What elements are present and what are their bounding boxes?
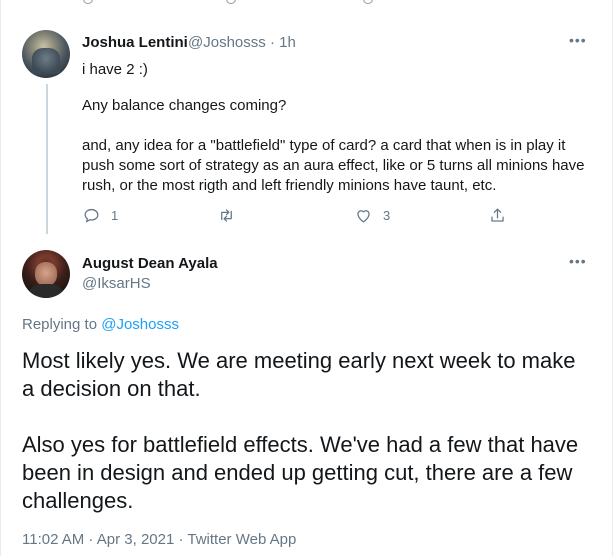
reply-button[interactable]: 1 — [82, 206, 118, 225]
author-handle[interactable]: @Joshosss — [188, 34, 266, 51]
timestamp[interactable]: · 1h — [270, 34, 296, 51]
replying-prefix: Replying to — [22, 316, 98, 333]
replying-to: Replying to @Joshosss — [22, 316, 179, 333]
partial-icon — [363, 0, 373, 4]
tweet-text-paragraph: Also yes for battlefield effects. We've … — [22, 432, 579, 513]
like-count: 3 — [383, 208, 391, 223]
avatar[interactable] — [22, 30, 70, 78]
author-name[interactable]: Joshua Lentini — [82, 34, 188, 51]
thread-connector-line — [46, 84, 48, 234]
author-name[interactable]: August Dean Ayala — [82, 255, 218, 272]
tweet-thread-card: Joshua Lentini @Joshosss · 1h ••• i have… — [0, 0, 613, 556]
tweet-text-line: i have 2 :) — [82, 61, 148, 78]
share-icon — [491, 208, 504, 222]
tweet-text-paragraph: and, any idea for a "battlefield" type o… — [82, 137, 585, 194]
like-button[interactable]: 3 — [354, 206, 390, 225]
author-handle-time[interactable]: @Joshosss · 1h — [188, 34, 296, 51]
retweet-icon — [221, 209, 232, 222]
avatar[interactable] — [22, 250, 70, 298]
retweet-button[interactable] — [217, 206, 246, 225]
share-button[interactable] — [488, 206, 507, 225]
tweet-text-line: Any balance changes coming? — [82, 97, 287, 114]
author-handle[interactable]: @IksarHS — [82, 275, 151, 292]
partial-icon — [226, 0, 236, 4]
tweet-actions: 1 3 — [82, 206, 512, 228]
tweet-text-paragraph: Most likely yes. We are meeting early ne… — [22, 348, 576, 401]
tweet-metadata[interactable]: 11:02 AM · Apr 3, 2021 · Twitter Web App — [22, 531, 296, 548]
reply-icon — [84, 208, 99, 223]
reply-count: 1 — [111, 208, 119, 223]
more-options-icon[interactable]: ••• — [569, 32, 587, 48]
previous-tweet-actions-cut — [1, 0, 613, 8]
more-options-icon[interactable]: ••• — [569, 253, 587, 269]
like-icon — [357, 210, 370, 223]
replying-to-link[interactable]: @Joshosss — [101, 316, 179, 333]
partial-icon — [83, 0, 93, 4]
